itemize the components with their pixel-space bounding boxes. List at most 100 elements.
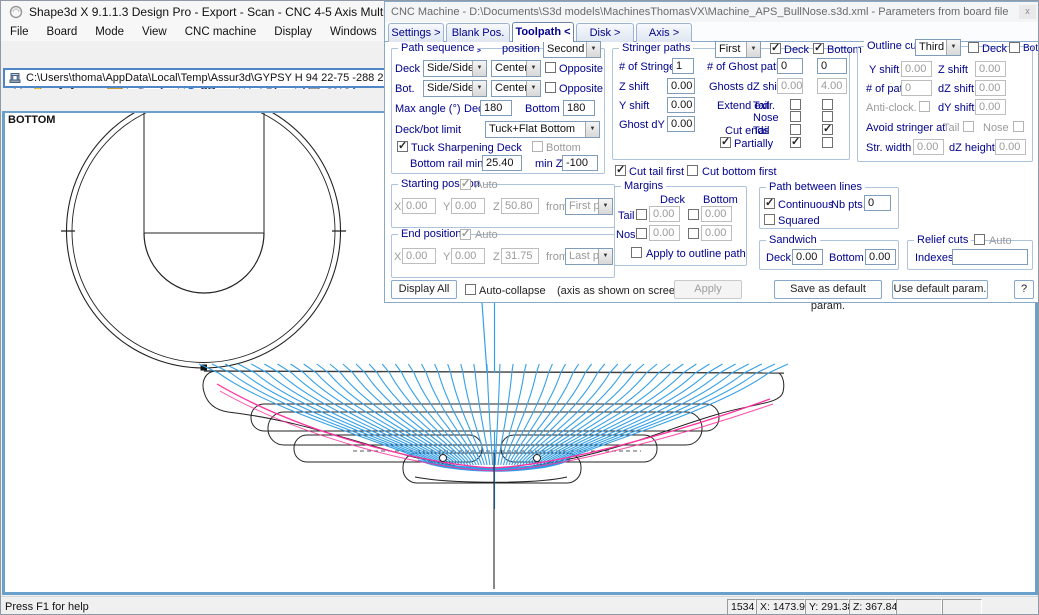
position-select[interactable]: Second	[543, 41, 601, 58]
relief-auto-checkbox[interactable]	[974, 234, 985, 245]
outline-dz-shift-label: dZ shift	[938, 83, 974, 95]
dialog-title-bar[interactable]: CNC Machine - D:\Documents\S3d models\Ma…	[385, 2, 1039, 22]
bot-row-label: Bot.	[395, 83, 415, 95]
stringer-order-select[interactable]: First	[715, 41, 761, 58]
y-shift-field[interactable]: 0.00	[667, 97, 695, 113]
margins-title: Margins	[621, 180, 666, 192]
tuck-bottom-label: Bottom	[546, 142, 581, 154]
extend-tail-deck-checkbox[interactable]	[790, 99, 801, 110]
margin-tail-deck-field: 0.00	[649, 206, 680, 222]
max-angle-bottom-field[interactable]: 180	[563, 100, 595, 116]
menu-display[interactable]: Display	[265, 26, 321, 38]
end-z-label: Z	[493, 251, 500, 263]
extend-tail-bottom-checkbox[interactable]	[822, 99, 833, 110]
margin-tail-bottom-checkbox[interactable]	[688, 209, 699, 220]
close-icon[interactable]: x	[1019, 5, 1036, 19]
end-auto-label: Auto	[475, 229, 498, 241]
num-stringers-field[interactable]: 1	[672, 58, 694, 74]
indexes-field[interactable]	[952, 249, 1028, 265]
cut-tail-first-checkbox[interactable]	[615, 165, 626, 176]
end-auto-checkbox	[460, 229, 471, 240]
bot-dir-select[interactable]: Center-to-	[491, 80, 541, 97]
nb-pts-field[interactable]: 0	[864, 195, 891, 211]
ghost-bottom-field[interactable]: 0	[817, 58, 847, 74]
deck-row-label: Deck	[395, 63, 420, 75]
end-from-select: Last point	[565, 248, 613, 265]
deck-opposite-checkbox[interactable]	[545, 62, 556, 73]
min-z-label: min Z	[535, 158, 563, 170]
deck-bot-limit-label: Deck/bot limit	[395, 124, 461, 136]
disk-section-drawing	[61, 113, 346, 368]
ghost-dy-field[interactable]: 0.00	[667, 116, 695, 132]
extend-nose-deck-checkbox[interactable]	[790, 111, 801, 122]
position-label: position	[502, 43, 540, 55]
menu-file[interactable]: File	[1, 26, 38, 38]
tuck-sharpening-checkbox[interactable]	[397, 141, 408, 152]
margin-nose-bottom-checkbox[interactable]	[688, 228, 699, 239]
menu-board[interactable]: Board	[38, 26, 87, 38]
bottom-rail-field[interactable]: 25.40	[482, 155, 522, 171]
max-angle-deck-field[interactable]: 180	[480, 100, 512, 116]
apply-outline-checkbox[interactable]	[631, 247, 642, 258]
cut-nose-bottom-checkbox[interactable]	[822, 137, 833, 148]
deck-dir-select[interactable]: Center-to-	[491, 60, 541, 77]
auto-collapse-checkbox[interactable]	[465, 284, 476, 295]
apply-outline-label: Apply to outline path	[646, 248, 746, 260]
extend-nose-bottom-checkbox[interactable]	[822, 111, 833, 122]
cut-tail-deck-checkbox[interactable]	[790, 124, 801, 135]
start-x-field: 0.00	[402, 198, 436, 214]
partially-checkbox[interactable]	[720, 137, 731, 148]
sandwich-deck-field[interactable]: 0.00	[792, 249, 823, 265]
cut-nose-deck-checkbox[interactable]	[790, 137, 801, 148]
z-shift-field[interactable]: 0.00	[667, 78, 695, 94]
outline-bottom-label: Bottom	[1023, 43, 1039, 54]
tab-toolpath[interactable]: Toolpath <	[512, 22, 574, 42]
status-x: X: 1473.92	[756, 599, 805, 615]
status-z: Z: 367.84	[849, 599, 896, 615]
margin-nose-deck-field: 0.00	[649, 225, 680, 241]
tab-settings[interactable]: Settings >	[388, 23, 444, 42]
outline-order-select[interactable]: Third	[915, 39, 961, 56]
tab-axis[interactable]: Axis >	[636, 23, 692, 42]
cut-tail-bottom-checkbox[interactable]	[822, 124, 833, 135]
deck-mode-select[interactable]: Side/Side	[423, 60, 487, 77]
tuck-sharpening-label: Tuck Sharpening Deck	[411, 142, 522, 154]
display-all-button[interactable]: Display All	[391, 280, 457, 299]
margin-nose-deck-checkbox[interactable]	[636, 228, 647, 239]
app-logo-icon	[9, 5, 23, 19]
dialog-help-button[interactable]: ?	[1014, 280, 1034, 299]
bot-opposite-checkbox[interactable]	[545, 82, 556, 93]
axis-note: (axis as shown on screen)	[557, 285, 685, 297]
menu-windows[interactable]: Windows	[321, 26, 386, 38]
outline-y-shift-field: 0.00	[901, 61, 932, 77]
cut-bottom-first-checkbox[interactable]	[687, 165, 698, 176]
tab-disk[interactable]: Disk >	[576, 23, 634, 42]
margins-tail-label: Tail	[618, 210, 635, 222]
outline-z-shift-label: Z shift	[938, 64, 968, 76]
squared-checkbox[interactable]	[764, 214, 775, 225]
outline-paths-field: 0	[901, 80, 932, 96]
menu-view[interactable]: View	[133, 26, 176, 38]
use-default-button[interactable]: Use default param.	[892, 280, 988, 299]
outline-bottom-checkbox[interactable]	[1009, 42, 1020, 53]
min-z-field[interactable]: -100	[562, 155, 598, 171]
sandwich-bottom-field[interactable]: 0.00	[865, 249, 896, 265]
avoid-nose-checkbox	[1013, 121, 1024, 132]
tab-blank-pos[interactable]: Blank Pos. >	[446, 23, 510, 42]
end-position-title: End position	[398, 228, 465, 240]
stringer-deck-checkbox[interactable]	[770, 43, 781, 54]
start-z-label: Z	[493, 201, 500, 213]
ghost-deck-field[interactable]: 0	[777, 58, 803, 74]
tuck-bottom-checkbox	[532, 141, 543, 152]
outline-deck-checkbox[interactable]	[968, 42, 979, 53]
stringer-bottom-checkbox[interactable]	[813, 43, 824, 54]
menu-mode[interactable]: Mode	[86, 26, 133, 38]
bot-mode-select[interactable]: Side/Side	[423, 80, 487, 97]
continuous-checkbox[interactable]	[764, 198, 775, 209]
margin-tail-deck-checkbox[interactable]	[636, 209, 647, 220]
outline-deck-label: Deck	[982, 43, 1007, 55]
save-default-button[interactable]: Save as default param.	[774, 280, 882, 299]
menu-cnc-machine[interactable]: CNC machine	[176, 26, 266, 38]
deck-bot-limit-select[interactable]: Tuck+Flat Bottom	[485, 121, 600, 138]
sandwich-deck-label: Deck	[766, 252, 791, 264]
